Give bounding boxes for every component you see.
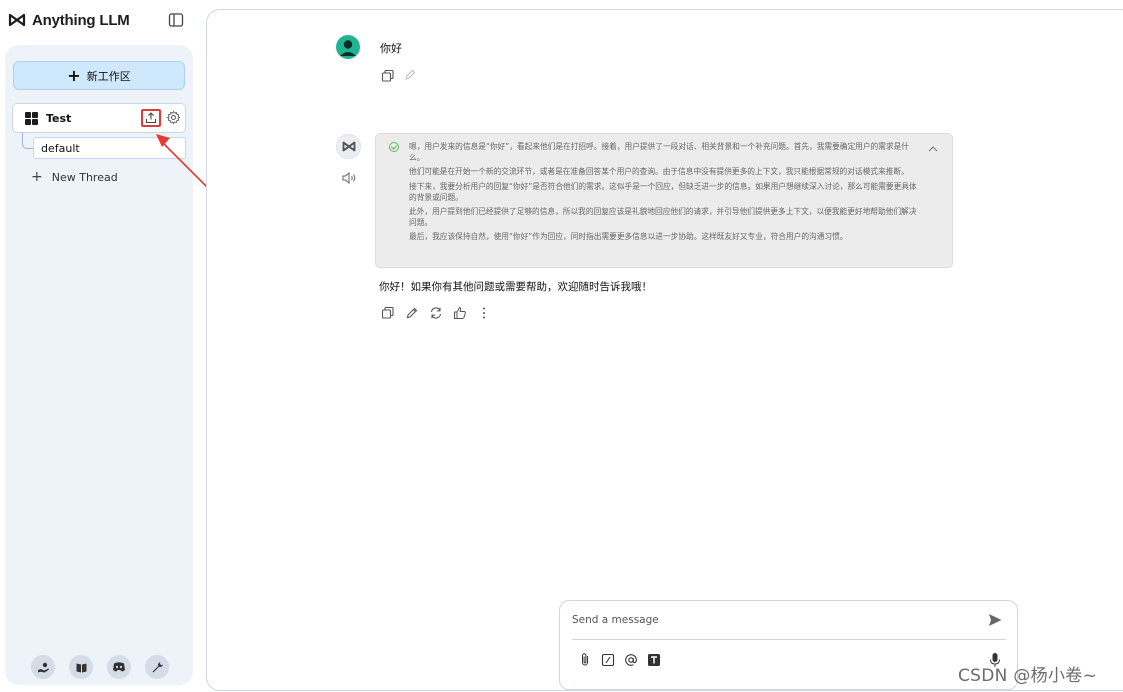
- copy-button[interactable]: [381, 68, 395, 82]
- thought-paragraph: 最后，我应该保持自然，使用“你好”作为回应，同时指出需要更多信息以进一步协助。这…: [409, 232, 848, 242]
- upload-document-button[interactable]: [141, 109, 161, 127]
- thumbs-up-button[interactable]: [453, 306, 467, 320]
- settings-button[interactable]: [145, 655, 169, 679]
- wrench-icon: [152, 661, 163, 672]
- thought-text: 嗯，用户发来的信息是“你好”，看起来他们是在打招呼。接着，用户提供了一段对话、相…: [409, 141, 919, 246]
- docs-button[interactable]: [69, 655, 93, 679]
- thought-paragraph: 接下来，我要分析用户的回复“你好”是否符合他们的需求。这似乎是一个回应，但缺乏进…: [409, 181, 917, 202]
- new-thread-label: New Thread: [51, 170, 118, 184]
- chat-area: 你好 嗯，用户发来的信息是“你好”，看起来他们是在打招呼。接着，用户提供了一段对…: [206, 9, 1123, 691]
- message-input[interactable]: [572, 611, 962, 629]
- slash-commands-button[interactable]: [600, 652, 615, 667]
- plus-icon: +: [67, 65, 81, 85]
- send-button[interactable]: [987, 612, 1003, 628]
- message-composer: [559, 600, 1018, 690]
- user-avatar: [336, 35, 360, 59]
- more-options-button[interactable]: [477, 306, 491, 320]
- agent-mention-button[interactable]: [623, 652, 638, 667]
- workspace-settings-button[interactable]: [166, 110, 181, 125]
- thread-item-default[interactable]: default: [33, 137, 186, 159]
- send-icon: [989, 614, 1002, 626]
- support-button[interactable]: [31, 655, 55, 679]
- discord-icon: [113, 662, 125, 672]
- copy-icon: [381, 306, 394, 319]
- app-logo: Anything LLM: [8, 10, 130, 30]
- anything-llm-logo-icon: [8, 13, 26, 27]
- workspace-panel: + 新工作区 Test default + New Thread: [5, 45, 193, 685]
- sidebar-footer: [31, 655, 169, 679]
- assistant-message: 你好！如果你有其他问题或需要帮助，欢迎随时告诉我哦！: [379, 281, 652, 293]
- workspace-name: Test: [46, 111, 72, 125]
- speaker-icon: [342, 171, 356, 185]
- workspace-item-test[interactable]: Test: [12, 103, 186, 133]
- user-message: 你好: [380, 42, 402, 55]
- thought-panel: 嗯，用户发来的信息是“你好”，看起来他们是在打招呼。接着，用户提供了一段对话、相…: [375, 133, 953, 268]
- message-actions: [381, 306, 491, 320]
- at-sign-icon: [624, 653, 637, 666]
- thought-paragraph: 他们可能是在开始一个新的交流环节，或者是在准备回答某个用户的查询。由于信息中没有…: [409, 167, 909, 177]
- pencil-icon: [406, 307, 418, 319]
- upload-icon: [145, 112, 157, 124]
- assistant-avatar: [336, 134, 361, 159]
- csdn-watermark: CSDN @杨小卷~: [958, 666, 1098, 686]
- text-size-button[interactable]: [646, 652, 661, 667]
- app-name: Anything LLM: [32, 11, 130, 29]
- text-format-icon: [647, 653, 660, 666]
- refresh-icon: [430, 307, 442, 319]
- edit-button[interactable]: [403, 67, 417, 81]
- thumbs-up-icon: [454, 306, 466, 319]
- chevron-up-icon: [928, 146, 938, 152]
- hand-heart-icon: [37, 662, 49, 672]
- collapse-thought-button[interactable]: [927, 139, 939, 152]
- sidebar-toggle-icon: [168, 13, 184, 27]
- discord-button[interactable]: [107, 655, 131, 679]
- thought-paragraph: 此外，用户提到他们已经提供了足够的信息，所以我的回复应该是礼貌地回应他们的请求，…: [409, 207, 917, 228]
- edit-button[interactable]: [405, 306, 419, 320]
- plus-icon: +: [31, 169, 43, 185]
- new-workspace-button[interactable]: + 新工作区: [13, 61, 185, 90]
- sidebar-toggle-button[interactable]: [168, 12, 184, 28]
- pencil-icon: [405, 69, 416, 80]
- new-workspace-label: 新工作区: [86, 69, 131, 83]
- more-vertical-icon: [483, 307, 485, 319]
- sidebar: Anything LLM + 新工作区 Test default + New T…: [0, 0, 233, 692]
- regenerate-button[interactable]: [429, 306, 443, 320]
- workspace-grid-icon: [25, 111, 38, 125]
- thought-paragraph: 嗯，用户发来的信息是“你好”，看起来他们是在打招呼。接着，用户提供了一段对话、相…: [409, 142, 909, 163]
- thread-label: default: [41, 141, 80, 155]
- gear-icon: [166, 110, 181, 125]
- composer-divider: [572, 639, 1006, 640]
- text-to-speech-button[interactable]: [341, 170, 357, 185]
- attach-file-button[interactable]: [577, 652, 592, 667]
- copy-icon: [381, 69, 394, 82]
- new-thread-button[interactable]: + New Thread: [31, 169, 118, 185]
- anything-llm-logo-icon: [342, 141, 355, 152]
- slash-command-icon: [601, 653, 614, 666]
- paperclip-icon: [581, 653, 588, 666]
- book-icon: [76, 663, 86, 672]
- copy-button[interactable]: [381, 306, 395, 320]
- check-circle-icon: [389, 142, 399, 152]
- user-icon: [340, 40, 356, 56]
- composer-toolbar: [577, 652, 661, 667]
